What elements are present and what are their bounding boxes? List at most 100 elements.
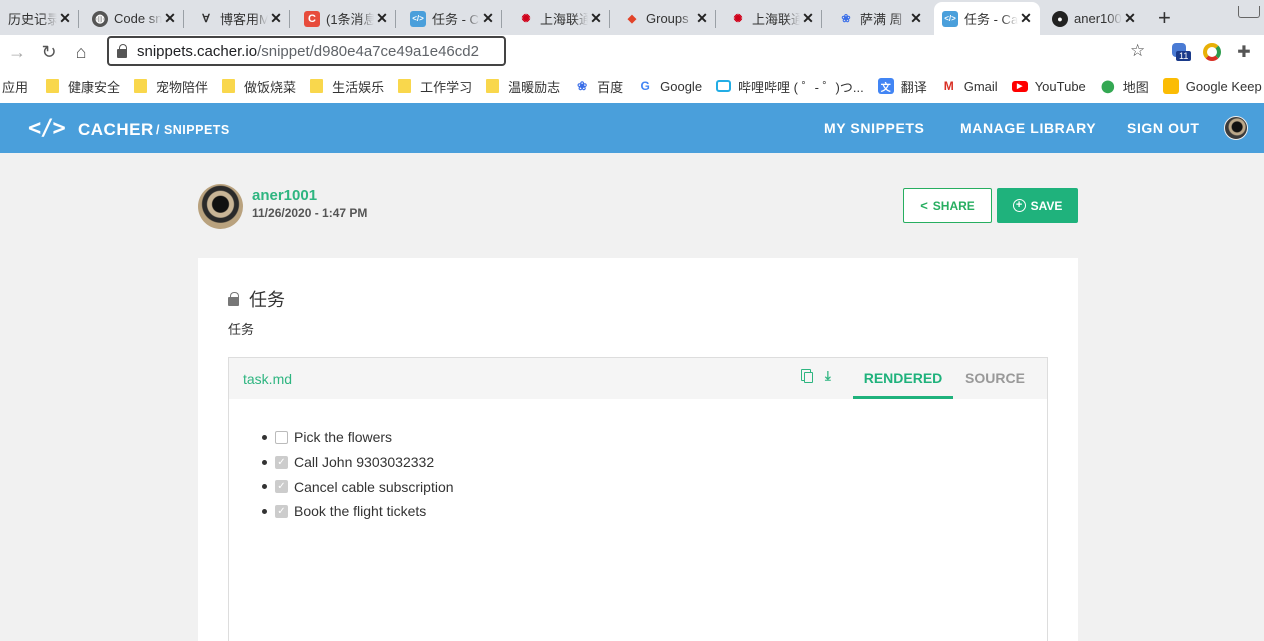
reload-icon[interactable]: ↻ bbox=[38, 41, 60, 63]
bookmark-folder[interactable]: 生活娱乐 bbox=[310, 77, 384, 96]
tab-title: 历史记录 bbox=[8, 12, 57, 27]
browser-tab[interactable]: </> 任务 - Cacher ✕ bbox=[402, 2, 502, 35]
task-checkbox[interactable]: ✓ bbox=[275, 455, 288, 469]
tab-rendered[interactable]: RENDERED bbox=[853, 358, 953, 399]
nav-my-snippets[interactable]: MY SNIPPETS bbox=[824, 120, 924, 136]
bookmark-label: 做饭烧菜 bbox=[244, 79, 297, 95]
browser-tab[interactable]: ◆ Groups ✕ bbox=[616, 2, 716, 35]
tab-title: 上海联通 bbox=[752, 12, 800, 27]
browser-tab[interactable]: ● aner1001 ✕ bbox=[1044, 2, 1144, 35]
keep-icon bbox=[1162, 78, 1179, 94]
bookmark-label: YouTube bbox=[1034, 78, 1086, 94]
save-button[interactable]: + SAVE bbox=[997, 188, 1078, 223]
bookmark-apps[interactable]: 应用 bbox=[2, 77, 28, 96]
task-checkbox[interactable] bbox=[275, 430, 288, 444]
bookmark-gmail[interactable]: M Gmail bbox=[941, 78, 998, 94]
folder-icon bbox=[222, 79, 236, 93]
bookmark-google[interactable]: G Google bbox=[637, 78, 702, 94]
bookmarks-bar: 应用 健康安全 宠物陪伴 做饭烧菜 生活娱乐 工作学习 温暖励志 ❀ 百度 G Go… bbox=[0, 69, 1264, 103]
copy-icon[interactable] bbox=[801, 369, 813, 383]
chrome-extension-icon[interactable] bbox=[1203, 43, 1221, 61]
browser-tab[interactable]: ∀ 博客用M ✕ bbox=[190, 2, 290, 35]
browser-tab-active[interactable]: </> 任务 - Cacher ✕ bbox=[934, 2, 1040, 35]
snippet-title: 任务 bbox=[228, 286, 285, 312]
code-icon: </> bbox=[942, 10, 958, 27]
home-icon[interactable]: ⌂ bbox=[70, 41, 92, 63]
bookmark-folder[interactable]: 温暖励志 bbox=[486, 77, 560, 96]
cacher-logo-icon[interactable]: </> bbox=[28, 116, 66, 141]
author-avatar[interactable] bbox=[198, 184, 243, 229]
close-icon[interactable]: ✕ bbox=[268, 10, 284, 27]
close-icon[interactable]: ✕ bbox=[588, 10, 604, 27]
avatar[interactable] bbox=[1224, 116, 1248, 140]
close-icon[interactable]: ✕ bbox=[1018, 10, 1034, 27]
address-bar[interactable]: snippets.cacher.io/snippet/d980e4a7ce49a… bbox=[107, 36, 506, 66]
bookmark-bilibili[interactable]: 哔哩哔哩 ( ゜- ゜)つ... bbox=[716, 77, 864, 96]
bilibili-icon bbox=[716, 80, 732, 92]
task-text: Call John 9303032332 bbox=[294, 454, 435, 471]
bookmark-keep[interactable]: Google Keep bbox=[1162, 78, 1262, 94]
maps-icon: ⬤ bbox=[1101, 79, 1115, 93]
close-icon[interactable]: ✕ bbox=[908, 10, 924, 27]
puzzle-icon[interactable]: ✚ bbox=[1233, 41, 1255, 63]
close-icon[interactable]: ✕ bbox=[57, 10, 73, 27]
browser-tab[interactable]: ◍ Code snippets ✕ bbox=[84, 2, 184, 35]
extension-badge: 11 bbox=[1176, 51, 1192, 61]
url-host: snippets.cacher.io bbox=[137, 42, 258, 60]
new-tab-icon[interactable]: + bbox=[1158, 5, 1171, 31]
bookmark-translate[interactable]: 文翻译 bbox=[877, 77, 927, 96]
window-minimize-icon[interactable] bbox=[1238, 6, 1260, 18]
save-label: SAVE bbox=[1030, 198, 1063, 213]
close-icon[interactable]: ✕ bbox=[480, 10, 496, 27]
bookmark-folder[interactable]: 健康安全 bbox=[46, 77, 120, 96]
bookmark-label: 温暖励志 bbox=[508, 79, 561, 95]
tab-title: 上海联通 bbox=[540, 12, 588, 27]
browser-tab[interactable]: C (1条消息 ✕ bbox=[296, 2, 396, 35]
translate-icon: 文 bbox=[877, 78, 894, 94]
close-icon[interactable]: ✕ bbox=[694, 10, 710, 27]
bookmark-folder[interactable]: 工作学习 bbox=[398, 77, 472, 96]
back-icon[interactable]: → bbox=[6, 41, 28, 63]
bookmark-folder[interactable]: 做饭烧菜 bbox=[222, 77, 296, 96]
logo-text[interactable]: CACHER bbox=[78, 120, 154, 140]
nav-manage-library[interactable]: MANAGE LIBRARY bbox=[960, 120, 1096, 136]
file-name[interactable]: task.md bbox=[243, 371, 292, 387]
bookmark-label: Google Keep bbox=[1185, 78, 1262, 94]
author-name[interactable]: aner1001 bbox=[252, 187, 317, 204]
bookmark-label: 哔哩哔哩 ( ゜- ゜)つ... bbox=[738, 79, 864, 95]
bookmark-youtube[interactable]: ▶ YouTube bbox=[1011, 78, 1086, 94]
close-icon[interactable]: ✕ bbox=[1122, 10, 1138, 27]
tab-source[interactable]: SOURCE bbox=[953, 358, 1037, 399]
close-icon[interactable]: ✕ bbox=[800, 10, 816, 27]
nav-sign-out[interactable]: SIGN OUT bbox=[1127, 120, 1199, 136]
snippet-title-text: 任务 bbox=[249, 290, 285, 310]
bookmark-maps[interactable]: ⬤ 地图 bbox=[1100, 77, 1149, 96]
bookmark-baidu[interactable]: ❀ 百度 bbox=[574, 77, 623, 96]
bookmark-label: 健康安全 bbox=[68, 79, 121, 95]
bookmark-label: Google bbox=[660, 78, 703, 94]
task-text: Pick the flowers bbox=[294, 429, 393, 446]
lock-icon bbox=[228, 291, 239, 306]
browser-tab[interactable]: ❀ 萨满 周 ✕ bbox=[830, 2, 930, 35]
baidu-icon: ❀ bbox=[577, 79, 588, 93]
list-item: ✓ Cancel cable subscription bbox=[262, 474, 454, 499]
browser-tab[interactable]: 历史记录 ✕ bbox=[0, 2, 79, 35]
share-button[interactable]: < SHARE bbox=[903, 188, 992, 223]
share-label: SHARE bbox=[932, 198, 975, 213]
download-icon[interactable]: ⤓ bbox=[825, 368, 831, 384]
url-path: /snippet/d980e4a7ce49a1e46cd2 bbox=[257, 42, 479, 60]
close-icon[interactable]: ✕ bbox=[162, 10, 178, 27]
browser-tab[interactable]: ✺ 上海联通 ✕ bbox=[510, 2, 610, 35]
close-icon[interactable]: ✕ bbox=[374, 10, 390, 27]
paw-icon: ❀ bbox=[841, 13, 851, 25]
bookmark-folder[interactable]: 宠物陪伴 bbox=[134, 77, 208, 96]
lock-icon bbox=[117, 43, 127, 58]
bookmark-label: Gmail bbox=[963, 78, 998, 94]
task-checkbox[interactable]: ✓ bbox=[275, 480, 288, 494]
task-checkbox[interactable]: ✓ bbox=[275, 504, 288, 518]
bookmark-star-icon[interactable]: ☆ bbox=[1130, 41, 1145, 61]
browser-tab[interactable]: ✺ 上海联通 ✕ bbox=[722, 2, 822, 35]
gmail-icon: M bbox=[943, 79, 954, 93]
folder-icon bbox=[46, 79, 60, 93]
logo-subtitle[interactable]: / SNIPPETS bbox=[156, 123, 230, 137]
